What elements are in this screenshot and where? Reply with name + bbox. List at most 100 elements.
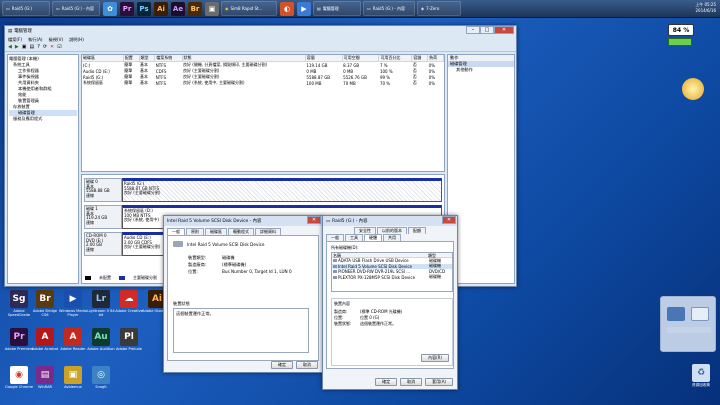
- properties-icon[interactable]: ▤: [29, 44, 34, 50]
- tab-quota[interactable]: 配額: [408, 227, 426, 234]
- field-value: 這個裝置運作正常。: [360, 321, 396, 326]
- close-button[interactable]: ✕: [307, 216, 321, 224]
- desktop-icon-media-player[interactable]: ▶ Windows Media Player: [58, 290, 88, 317]
- desktop-icon-prelude[interactable]: Pl Adobe Prelude: [114, 328, 144, 351]
- table-cell: 良好 (系統, 使用中, 主要磁碟分割): [183, 80, 245, 85]
- delete-icon[interactable]: ✕: [50, 44, 54, 50]
- volume-list: 磁碟區 配置 類型 檔案系統 狀態 容量 可用空間 可用百分比 容錯 負荷 (C:) 簡單 基本 NTF…: [81, 54, 445, 172]
- field-row: 製造廠商: (標準磁碟機): [188, 261, 292, 268]
- drive-gadget[interactable]: [660, 296, 716, 352]
- field-row: 裝置類型: 磁碟機: [188, 254, 292, 261]
- taskbar-button-mgmt[interactable]: ▤ 電腦管理: [313, 1, 361, 16]
- after-effects-icon[interactable]: Ae: [171, 1, 185, 16]
- photoshop-icon[interactable]: Ps: [137, 1, 151, 16]
- premiere-icon[interactable]: Pr: [120, 1, 134, 16]
- list-item[interactable]: PLEXTOR PX-128M5P SCSI Disk Device 磁碟機: [332, 274, 452, 281]
- cancel-button[interactable]: 取消: [400, 378, 423, 386]
- firefox-icon[interactable]: ◐: [280, 1, 294, 16]
- apply-button[interactable]: 套用(A): [425, 378, 453, 386]
- status-text: 這個裝置運作正常。: [176, 311, 214, 316]
- media-icon[interactable]: ▶: [297, 1, 311, 16]
- window-controls: – □ ✕: [466, 26, 514, 34]
- tab-previous-versions[interactable]: 以前的版本: [377, 227, 407, 234]
- tab-tools[interactable]: 工具: [345, 234, 363, 241]
- field-value: Bus Number 0, Target Id 1, LUN 0: [222, 269, 292, 274]
- col-name[interactable]: 名稱: [332, 253, 428, 258]
- back-icon[interactable]: ◀: [8, 44, 12, 50]
- desktop-icon-audition[interactable]: Au Adobe Audition: [86, 328, 116, 351]
- desktop-icon-winrar[interactable]: ▤ WinRAR: [30, 366, 60, 389]
- computer-icon: ▤: [8, 28, 13, 34]
- tab-driver[interactable]: 驅動程式: [228, 228, 254, 235]
- table-row[interactable]: 系統保留區 簡單 基本 NTFS 良好 (系統, 使用中, 主要磁碟分割) 100 MB 7…: [82, 80, 444, 86]
- refresh-icon[interactable]: ⟳: [43, 44, 47, 50]
- list-item[interactable]: Intel Raid 5 Volume SCSI Disk Device 磁碟機: [332, 263, 452, 269]
- dialog-title-bar[interactable]: Intel Raid 5 Volume SCSI Disk Device - 內…: [164, 216, 322, 226]
- volume-table: 磁碟區 配置 類型 檔案系統 狀態 容量 可用空間 可用百分比 容錯 負荷 (C:) 簡單 基本 NTF…: [82, 55, 444, 86]
- table-cell: NTFS: [155, 80, 167, 86]
- tab-policies[interactable]: 原則: [186, 228, 204, 235]
- desktop-icon-bridge[interactable]: Br Adobe Bridge CS6: [30, 290, 60, 317]
- bridge-icon[interactable]: Br: [188, 1, 202, 16]
- computer-icon: ▤: [317, 6, 321, 11]
- desktop-icon-avidemux[interactable]: ▣ Avidemux: [58, 366, 88, 389]
- network-icon[interactable]: ✿: [103, 1, 117, 16]
- disk-info: 磁碟 0 基本 5588.88 GB 連線: [84, 178, 122, 202]
- taskbar-button-7zero[interactable]: ◈ 7-Zero: [417, 1, 461, 16]
- status-box[interactable]: 這個裝置運作正常。: [173, 308, 309, 353]
- drive-icon: ▭: [367, 6, 371, 11]
- taskbar-button-raid5-props[interactable]: ▭ Raid5 (G:) - 內容: [52, 1, 100, 16]
- taskbar-button-props[interactable]: ▭ Raid5 (G:) - 內容: [363, 1, 415, 16]
- tab-general[interactable]: 一般: [167, 228, 185, 235]
- window-title-bar[interactable]: ▤ 電腦管理: [5, 26, 516, 36]
- tab-volumes[interactable]: 磁碟區: [205, 228, 227, 235]
- tab-details[interactable]: 詳細資料: [255, 228, 281, 235]
- taskbar-button-raid5[interactable]: ▭ Raid5 (G:): [2, 1, 50, 16]
- close-button[interactable]: ✕: [494, 26, 514, 34]
- menu-help[interactable]: 說明(H): [69, 37, 84, 43]
- field-value: (標準磁碟機): [222, 262, 247, 267]
- device-type: 磁碟機: [429, 274, 441, 280]
- disk-row[interactable]: 磁碟 0 基本 5588.88 GB 連線 Raid5 (G:) 5588.87 GB N…: [84, 178, 442, 202]
- col-type[interactable]: 類型: [428, 253, 436, 258]
- ok-button[interactable]: 確定: [375, 378, 398, 386]
- check-icon[interactable]: ☑: [57, 44, 61, 50]
- maximize-button[interactable]: □: [480, 26, 494, 34]
- minimize-button[interactable]: –: [466, 26, 480, 34]
- illustrator-icon[interactable]: Ai: [154, 1, 168, 16]
- cancel-button[interactable]: 取消: [296, 361, 318, 369]
- desktop-icon-recycle-bin[interactable]: ♻ 資源回收筒: [686, 364, 716, 387]
- dialog-body: Intel Raid 5 Volume SCSI Disk Device 裝置類…: [167, 235, 319, 361]
- tab-security[interactable]: 安全性: [354, 227, 376, 234]
- dialog-title-bar[interactable]: ▭ Raid5 (G:) - 內容: [323, 216, 457, 226]
- table-cell: 0%: [428, 80, 436, 86]
- ok-button[interactable]: 確定: [271, 361, 293, 369]
- desktop-icon-creative-cloud[interactable]: ☁ Adobe Creative: [114, 290, 144, 313]
- action-more[interactable]: 其他動作: [448, 67, 514, 73]
- forward-icon[interactable]: ▶: [15, 44, 19, 50]
- tree-services[interactable]: 服務及應用程式: [9, 116, 77, 122]
- battery-gadget[interactable]: 84 %: [668, 24, 694, 36]
- explorer-icon[interactable]: ▣: [205, 1, 219, 16]
- menu-action[interactable]: 執行(A): [28, 37, 43, 43]
- properties-button[interactable]: 內容(R): [421, 354, 449, 362]
- help-icon[interactable]: ?: [37, 44, 40, 50]
- tab-general[interactable]: 一般: [326, 234, 344, 241]
- disk-drive-icon: [173, 241, 183, 247]
- close-button[interactable]: ✕: [442, 216, 456, 224]
- desktop-icon-reader[interactable]: A Adobe Reader: [58, 328, 88, 351]
- disk-state: 連線: [86, 219, 94, 225]
- clock[interactable]: 上午 05:25 2014/6/16: [695, 2, 716, 14]
- tab-hardware[interactable]: 硬體: [364, 234, 382, 241]
- tab-sharing[interactable]: 共用: [383, 234, 401, 241]
- desktop-icon-lightroom[interactable]: Lr Lightroom 5 64 bit: [86, 290, 116, 317]
- taskbar-button-chrome[interactable]: ◉ Sim8 Rapid St...: [221, 1, 277, 16]
- menu-file[interactable]: 檔案(F): [8, 37, 22, 43]
- tabs-row-2: 一般 工具 硬體 共用: [323, 234, 457, 241]
- menu-view[interactable]: 檢視(V): [49, 37, 64, 43]
- desktop-icon-snagit[interactable]: ◎ SnagIt: [86, 366, 116, 389]
- table-cell: 否: [412, 80, 417, 85]
- desktop-icon-acrobat[interactable]: A Adobe Acrobat: [30, 328, 60, 351]
- up-icon[interactable]: ▣: [22, 44, 27, 50]
- disk-volume[interactable]: Raid5 (G:) 5588.87 GB NTFS 良好 (主要磁碟分割): [122, 178, 442, 202]
